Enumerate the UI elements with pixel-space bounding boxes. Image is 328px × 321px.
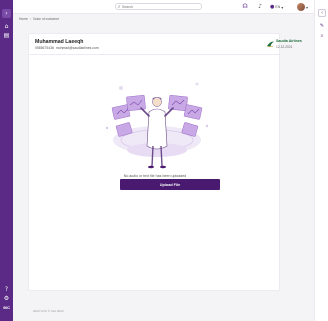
headset-icon[interactable]: ☊	[241, 3, 249, 11]
chevron-down-icon: ▾	[281, 4, 284, 10]
language-label: EN	[275, 5, 281, 9]
left-sidebar: › ⌂ ▤ ? ⚙ 90C	[0, 0, 13, 321]
globe-icon: ●	[270, 4, 275, 10]
customer-contact: 0565675436 mohmad@saudiairlines.com	[35, 46, 99, 50]
chevron-down-icon: ▾	[306, 4, 309, 10]
footer-copyright: 2023 VOC © Veri 2023	[33, 309, 64, 313]
user-menu[interactable]: ▾	[297, 3, 308, 11]
breadcrumb-separator: ›	[29, 17, 31, 21]
expand-icon[interactable]: ›	[2, 9, 11, 18]
avatar	[297, 3, 305, 11]
upload-file-button[interactable]: Upload File	[120, 179, 220, 190]
home-icon[interactable]: ⌂	[2, 22, 11, 31]
empty-state-illustration	[105, 82, 209, 169]
breadcrumb-home[interactable]: Home	[19, 17, 28, 21]
customer-phone: 0565675436	[35, 46, 54, 50]
customer-header: Muhammad Laeeqh 0565675436 mohmad@saudia…	[29, 34, 302, 55]
search-box[interactable]: ⌕	[115, 3, 202, 10]
app-window: › ⌂ ▤ ? ⚙ 90C ⌕ ☊ ♪ ● EN ▾ ▾ ‹ ✎ ⌕ Home …	[0, 0, 328, 321]
content-card: Muhammad Laeeqh 0565675436 mohmad@saudia…	[28, 33, 302, 291]
breadcrumb: Home › Voice of customer	[19, 17, 59, 21]
top-bar: ⌕ ☊ ♪ ● EN ▾ ▾	[13, 0, 314, 14]
breadcrumb-current: Voice of customer	[32, 17, 60, 21]
airline-date: 12.12.2021	[276, 45, 293, 49]
airline-name: Saudia Airlines	[276, 39, 302, 43]
right-rail: ‹ ✎ ⌕	[314, 0, 328, 321]
help-icon[interactable]: ?	[2, 285, 11, 294]
collapse-icon[interactable]: ‹	[318, 9, 326, 17]
sidebar-logo: 90C	[3, 305, 10, 310]
bell-icon[interactable]: ♪	[256, 3, 264, 11]
customer-name: Muhammad Laeeqh	[35, 39, 84, 45]
search-icon[interactable]: ⌕	[318, 32, 326, 40]
gear-icon[interactable]: ⚙	[2, 294, 11, 303]
search-input[interactable]	[122, 3, 197, 10]
language-selector[interactable]: ● EN ▾	[270, 4, 283, 10]
empty-state-message: No audio or text file has been uploaded	[123, 174, 187, 178]
pen-icon[interactable]: ✎	[318, 22, 326, 30]
customer-email: mohmad@saudiairlines.com	[55, 46, 99, 50]
document-icon[interactable]: ▤	[2, 31, 11, 40]
airline-logo-icon	[266, 41, 275, 48]
